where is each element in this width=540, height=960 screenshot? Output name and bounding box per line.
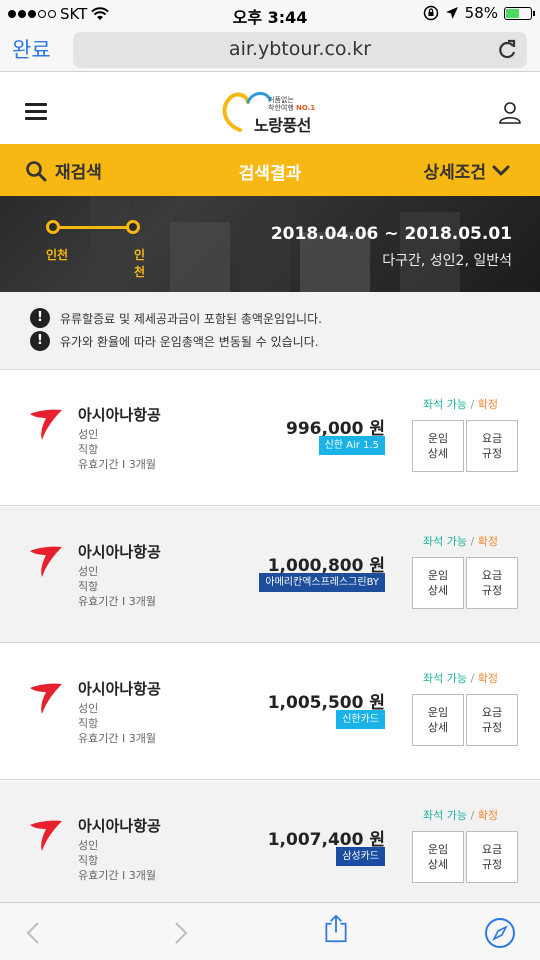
flight-result-card[interactable]: 아시아나항공 성인 직항 유효기간 I 3개월 1,005,500 원 신한카드…: [0, 644, 540, 780]
url-text: air.ybtour.co.kr: [228, 38, 372, 60]
share-icon[interactable]: [322, 915, 350, 943]
route-type: 직항: [78, 580, 99, 593]
menu-icon[interactable]: [25, 103, 47, 121]
logo-name: 노랑풍선: [254, 116, 311, 135]
fare-detail-button[interactable]: 운임 상세: [412, 831, 464, 883]
route-type: 직항: [78, 443, 99, 456]
fare-rule-button[interactable]: 요금 규정: [466, 831, 518, 883]
seat-status: 좌석 가능 / 확정: [423, 535, 498, 548]
exclamation-icon: !: [30, 308, 50, 328]
battery-percent: 58%: [464, 4, 498, 22]
airline-name: 아시아나항공: [78, 680, 161, 698]
asiana-logo-icon: [30, 546, 62, 577]
seat-status: 좌석 가능 / 확정: [423, 398, 498, 411]
passenger-type: 성인: [78, 565, 99, 578]
site-header: 거품없는 착한여행 NO.1 노랑풍선: [0, 72, 540, 144]
airline-name: 아시아나항공: [78, 543, 161, 561]
origin-city: 인천: [46, 248, 69, 262]
fare-detail-button[interactable]: 운임 상세: [412, 420, 464, 472]
asiana-logo-icon: [30, 820, 62, 851]
passenger-type: 성인: [78, 428, 99, 441]
asiana-logo-icon: [30, 409, 62, 440]
fare-detail-button[interactable]: 운임 상세: [412, 694, 464, 746]
logo-tagline: 거품없는 착한여행 NO.1: [268, 96, 316, 112]
site-logo[interactable]: 거품없는 착한여행 NO.1 노랑풍선: [218, 86, 328, 136]
exclamation-icon: !: [30, 331, 50, 351]
validity-period: 유효기간 I 3개월: [78, 595, 156, 608]
flight-result-card[interactable]: 아시아나항공 성인 직항 유효기간 I 3개월 1,000,800 원 아메리칸…: [0, 507, 540, 643]
airline-name: 아시아나항공: [78, 817, 161, 835]
seat-status: 좌석 가능 / 확정: [423, 809, 498, 822]
seat-status: 좌석 가능 / 확정: [423, 672, 498, 685]
flight-result-card[interactable]: 아시아나항공 성인 직항 유효기간 I 3개월 1,007,400 원 삼성카드…: [0, 781, 540, 917]
route-indicator: 인천 인천: [38, 218, 148, 279]
status-bar: SKT 오후 3:44 58%: [0, 0, 540, 28]
compass-icon[interactable]: [484, 917, 516, 949]
battery-icon: [504, 6, 535, 20]
validity-period: 유효기간 I 3개월: [78, 869, 156, 882]
validity-period: 유효기간 I 3개월: [78, 458, 156, 471]
fare-notice: ! 유류할증료 및 제세공과금이 포함된 총액운임입니다. ! 유가와 환율에 …: [0, 292, 540, 370]
browser-toolbar: 완료 air.ybtour.co.kr: [0, 28, 540, 72]
airline-name: 아시아나항공: [78, 406, 161, 424]
search-bar: 재검색 검색결과 상세조건: [0, 144, 540, 196]
reload-icon[interactable]: [495, 38, 519, 62]
card-discount-badge: 삼성카드: [336, 847, 385, 866]
location-icon: [445, 7, 458, 19]
user-icon[interactable]: [498, 100, 522, 124]
trip-banner: 인천 인천 2018.04.06 ~ 2018.05.01 다구간, 성인2, …: [0, 196, 540, 292]
travel-dates: 2018.04.06 ~ 2018.05.01: [270, 224, 512, 244]
fare-detail-button[interactable]: 운임 상세: [412, 557, 464, 609]
done-button[interactable]: 완료: [12, 34, 51, 64]
forward-icon[interactable]: [166, 919, 194, 947]
card-discount-badge: 아메리칸엑스프레스그린BY: [259, 573, 385, 592]
detail-conditions-button[interactable]: 상세조건: [423, 158, 510, 183]
asiana-logo-icon: [30, 683, 62, 714]
battery-level: [506, 8, 519, 18]
notice-item: ! 유류할증료 및 제세공과금이 포함된 총액운임입니다.: [30, 308, 322, 328]
orientation-lock-icon: [423, 5, 438, 21]
route-type: 직항: [78, 717, 99, 730]
browser-bottom-toolbar: [0, 902, 540, 960]
card-discount-badge: 신한카드: [336, 710, 385, 729]
fare-rule-button[interactable]: 요금 규정: [466, 420, 518, 472]
trip-summary: 다구간, 성인2, 일반석: [382, 253, 512, 269]
chevron-down-icon: [492, 165, 510, 175]
status-right: 58%: [423, 4, 535, 22]
notice-item: ! 유가와 환율에 따라 운임총액은 변동될 수 있습니다.: [30, 331, 319, 351]
detail-label: 상세조건: [423, 163, 486, 183]
route-type: 직항: [78, 854, 99, 867]
destination-city: 인천: [134, 248, 146, 279]
passenger-type: 성인: [78, 702, 99, 715]
passenger-type: 성인: [78, 839, 99, 852]
url-field[interactable]: air.ybtour.co.kr: [73, 32, 527, 68]
flight-result-card[interactable]: 아시아나항공 성인 직항 유효기간 I 3개월 996,000 원 신한 Air…: [0, 370, 540, 506]
validity-period: 유효기간 I 3개월: [78, 732, 156, 745]
card-discount-badge: 신한 Air 1.5: [318, 436, 385, 455]
fare-rule-button[interactable]: 요금 규정: [466, 694, 518, 746]
back-icon[interactable]: [20, 919, 48, 947]
fare-rule-button[interactable]: 요금 규정: [466, 557, 518, 609]
